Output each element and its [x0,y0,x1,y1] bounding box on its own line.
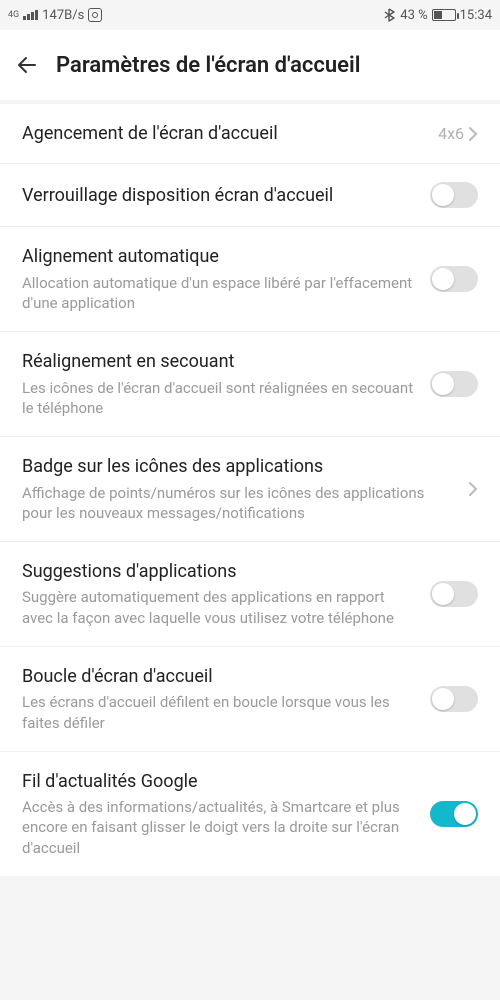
row-title: Agencement de l'écran d'accueil [22,122,426,145]
row-value: 4x6 [438,124,464,143]
toggle-shake-align[interactable] [430,371,478,397]
back-button[interactable] [12,50,42,80]
row-subtitle: Allocation automatique d'un espace libér… [22,273,418,314]
battery-percent: 43 % [400,8,427,23]
row-title: Boucle d'écran d'accueil [22,665,418,688]
row-home-loop[interactable]: Boucle d'écran d'accueil Les écrans d'ac… [0,647,500,752]
net-type-label: 4G [8,11,19,20]
row-subtitle: Suggère automatiquement des applications… [22,587,418,628]
page-title: Paramètres de l'écran d'accueil [56,53,360,78]
status-bar: 4G 147B/s 43 % 15:34 [0,0,500,30]
settings-list: Agencement de l'écran d'accueil 4x6 Verr… [0,104,500,876]
arrow-left-icon [15,53,39,77]
row-subtitle: Accès à des informations/actualités, à S… [22,797,418,858]
row-title: Verrouillage disposition écran d'accueil [22,184,418,207]
row-title: Fil d'actualités Google [22,770,418,793]
app-header: Paramètres de l'écran d'accueil [0,30,500,100]
row-title: Réalignement en secouant [22,350,418,373]
data-speed: 147B/s [42,8,84,23]
chevron-right-icon [468,126,478,142]
row-app-suggestions[interactable]: Suggestions d'applications Suggère autom… [0,542,500,647]
row-auto-align[interactable]: Alignement automatique Allocation automa… [0,227,500,332]
toggle-app-suggestions[interactable] [430,581,478,607]
camera-icon [88,8,102,22]
row-home-layout[interactable]: Agencement de l'écran d'accueil 4x6 [0,104,500,164]
row-title: Alignement automatique [22,245,418,268]
row-title: Suggestions d'applications [22,560,418,583]
toggle-home-loop[interactable] [430,686,478,712]
clock: 15:34 [460,8,492,23]
row-google-feed[interactable]: Fil d'actualités Google Accès à des info… [0,752,500,876]
row-title: Badge sur les icônes des applications [22,455,456,478]
signal-icon [23,10,38,20]
toggle-auto-align[interactable] [430,266,478,292]
toggle-google-feed[interactable] [430,801,478,827]
row-lock-layout[interactable]: Verrouillage disposition écran d'accueil [0,164,500,227]
toggle-lock-layout[interactable] [430,182,478,208]
row-subtitle: Affichage de points/numéros sur les icôn… [22,483,456,524]
row-subtitle: Les écrans d'accueil défilent en boucle … [22,692,418,733]
chevron-right-icon [468,481,478,497]
row-badge[interactable]: Badge sur les icônes des applications Af… [0,437,500,542]
row-shake-align[interactable]: Réalignement en secouant Les icônes de l… [0,332,500,437]
row-subtitle: Les icônes de l'écran d'accueil sont réa… [22,378,418,419]
bluetooth-icon [384,8,396,22]
battery-icon [432,9,456,21]
